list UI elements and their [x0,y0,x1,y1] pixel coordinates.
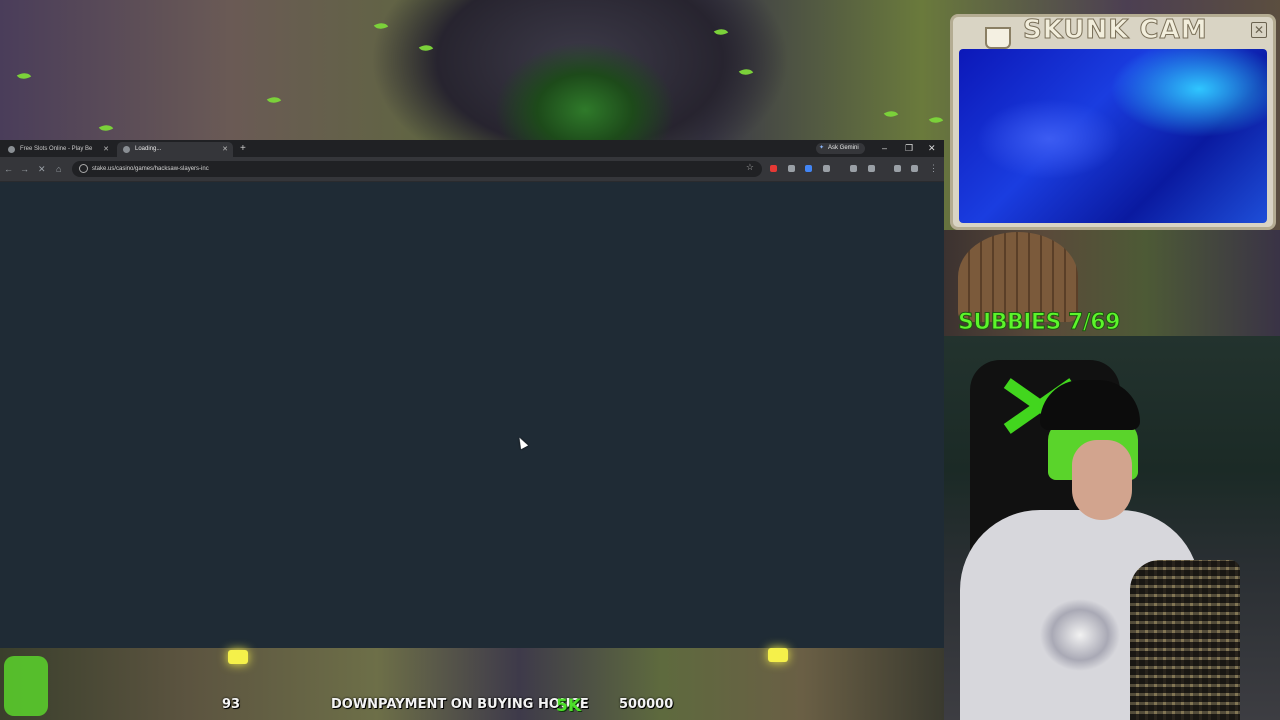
skunk-cam-panel: SKUNK CAM ✕ [950,14,1276,230]
minimize-icon[interactable]: – [882,142,887,154]
lamp-decoration [768,648,788,662]
close-tab-icon[interactable]: ✕ [222,142,228,157]
menu-kebab-icon[interactable]: ⋮ [929,162,938,174]
goal-text: DOWNPAYMENT ON BUYING HOUSE [331,697,589,712]
goal-progress: 5K [556,696,582,716]
home-icon[interactable]: ⌂ [56,163,61,175]
plaid-blanket [1130,560,1240,720]
barrel-decoration [958,232,1078,322]
cup-icon [985,27,1011,49]
bookmark-star-icon[interactable]: ☆ [746,162,754,173]
extension-icon[interactable] [770,165,777,172]
browser-window: Free Slots Online - Play Be ✕ Loading...… [0,140,944,648]
forward-icon[interactable]: → [20,163,29,175]
close-tab-icon[interactable]: ✕ [103,142,109,157]
close-window-icon[interactable]: ✕ [928,142,936,154]
downloads-icon[interactable] [911,165,918,172]
tab-bar: Free Slots Online - Play Be ✕ Loading...… [0,140,944,157]
extensions-puzzle-icon[interactable] [823,165,830,172]
extension-icon[interactable] [805,165,812,172]
lamp-decoration [228,650,248,664]
viewer-count: 93 [222,697,241,712]
url-input[interactable]: stake.us/casino/games/hacksaw-slayers-in… [72,161,762,177]
goal-target: 500000 [619,697,674,712]
address-bar: ← → ✕ ⌂ stake.us/casino/games/hacksaw-sl… [0,157,944,182]
page-content-loading[interactable] [0,182,944,648]
tiger-print [1030,590,1130,680]
tab-free-slots[interactable]: Free Slots Online - Play Be ✕ [2,142,114,157]
close-icon: ✕ [1251,22,1267,38]
tab-favicon-icon [8,146,15,153]
ask-gemini-button[interactable]: Ask Gemini [816,143,865,154]
url-text: stake.us/casino/games/hacksaw-slayers-in… [92,166,209,172]
subbies-counter: SUBBIES 7/69 [958,310,1121,336]
restore-icon[interactable]: ❐ [905,142,913,154]
plus-icon[interactable]: + [240,143,246,155]
tab-label: Loading... [135,146,162,152]
tab-loading[interactable]: Loading... ✕ [117,142,233,157]
extension-icon[interactable] [788,165,795,172]
tab-favicon-icon [123,146,130,153]
skunk-cam-title: SKUNK CAM [1023,15,1208,46]
skunk-mascot-icon [4,656,48,716]
bookmarks-icon[interactable] [868,165,875,172]
stop-loading-icon[interactable]: ✕ [38,163,46,175]
profile-icon[interactable] [894,165,901,172]
streamer-face [1072,440,1132,520]
tab-label: Free Slots Online - Play Be [20,146,93,152]
reading-list-icon[interactable] [850,165,857,172]
site-info-icon[interactable] [79,164,88,173]
skunk-cam-feed [959,49,1267,223]
back-icon[interactable]: ← [4,163,13,175]
